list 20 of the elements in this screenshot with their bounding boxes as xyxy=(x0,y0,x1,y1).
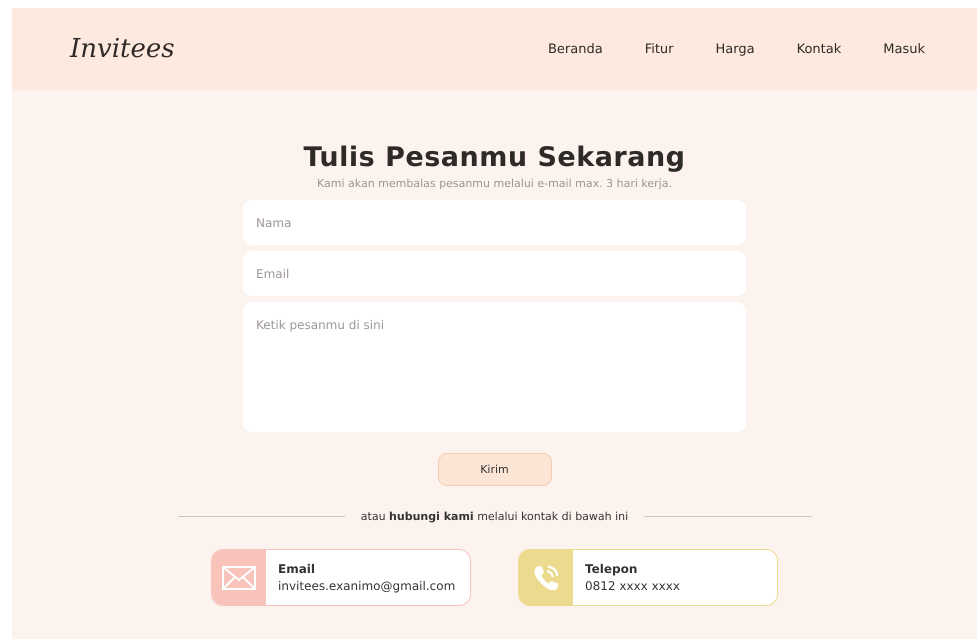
contact-card[interactable]: Telepon 0812 xxxx xxxx xyxy=(518,549,778,606)
contact-hint: atau hubungi kami melalui kontak di bawah ini xyxy=(360,510,628,523)
text-field[interactable]: Nama xyxy=(243,200,746,245)
nav-link[interactable]: Kontak xyxy=(796,42,842,56)
contact-label: Telepon xyxy=(585,562,638,576)
logo[interactable]: Invitees xyxy=(70,34,175,64)
send-button[interactable]: Kirim xyxy=(438,453,552,486)
nav-link[interactable]: Harga xyxy=(716,42,755,56)
contact-card[interactable]: Email invitees.exanimo@gmail.com xyxy=(211,549,471,606)
nav-link[interactable]: Fitur xyxy=(644,42,674,56)
contact-label: Email xyxy=(278,562,316,576)
contact-value: invitees.exanimo@gmail.com xyxy=(278,579,456,593)
form-title: Tulis Pesanmu Sekarang xyxy=(303,142,686,173)
text-field[interactable]: Email xyxy=(243,251,746,296)
envelope-icon xyxy=(222,566,256,590)
form-subtitle: Kami akan membalas pesanmu melalui e-mail max. 3 hari kerja. xyxy=(317,177,672,190)
contact-value: 0812 xxxx xxxx xyxy=(585,579,680,593)
nav-link[interactable]: Masuk xyxy=(883,42,925,56)
message-field[interactable]: Ketik pesanmu di sini xyxy=(243,302,746,432)
nav-link[interactable]: Beranda xyxy=(548,42,603,56)
